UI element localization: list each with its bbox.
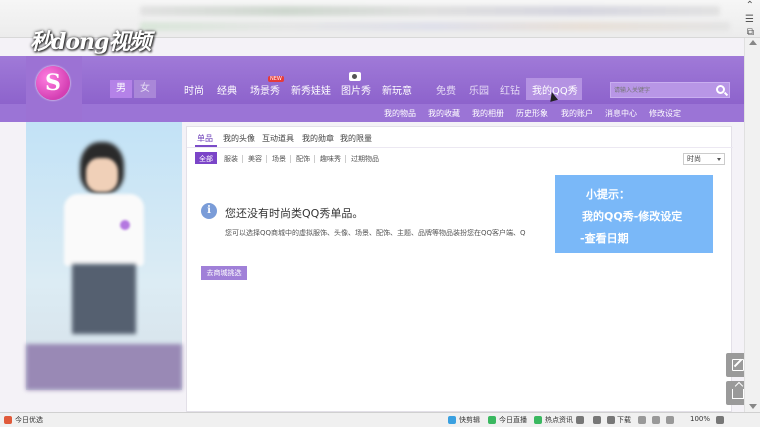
zoom-icon[interactable] (716, 416, 724, 424)
filter-expired[interactable]: 过期物品 (351, 154, 379, 164)
new-badge: NEW (268, 76, 284, 82)
gender-male-tab[interactable]: 男 (110, 80, 132, 98)
subnav-edit-settings[interactable]: 修改设定 (649, 108, 681, 119)
nav-new-dolls[interactable]: 新秀娃娃 (291, 82, 331, 97)
filter-clothing[interactable]: 服装 (224, 154, 238, 164)
hot-news-icon (534, 416, 542, 424)
live-icon (488, 416, 496, 424)
tab-divider (187, 147, 733, 148)
blurred-address-bar (140, 6, 720, 16)
speaker-icon[interactable] (593, 416, 601, 424)
filter-beauty[interactable]: 美容 (248, 154, 262, 164)
nav-fashion[interactable]: 时尚 (184, 82, 204, 97)
pencil-icon (732, 359, 744, 371)
page-scrollbar[interactable] (744, 38, 760, 412)
display-icon[interactable] (666, 416, 674, 424)
go-to-mall-button[interactable]: 去商城挑选 (201, 266, 247, 280)
chevron-down-icon (717, 158, 721, 161)
subnav-my-favorites[interactable]: 我的收藏 (428, 108, 460, 119)
layout-icon[interactable] (652, 416, 660, 424)
filter-scene[interactable]: 场景 (272, 154, 286, 164)
download-icon (607, 416, 615, 424)
character-avatar (26, 122, 182, 390)
scroll-down-icon[interactable] (749, 404, 757, 409)
gender-female-tab[interactable]: 女 (134, 80, 156, 98)
empty-state-description: 您可以选择QQ商城中的虚拟服饰、头像、场景、配饰、主题、品牌等物品装扮您在QQ客… (225, 229, 526, 237)
zoom-level[interactable]: 100% (690, 415, 710, 423)
collapse-icon[interactable]: ⌃ (746, 0, 754, 11)
subnav-my-album[interactable]: 我的相册 (472, 108, 504, 119)
restore-icon[interactable]: ⧉ (747, 27, 754, 38)
menu-icon[interactable]: ☰ (745, 14, 754, 25)
qqshow-logo[interactable]: S (26, 56, 82, 122)
nav-classic[interactable]: 经典 (217, 82, 237, 97)
nav-scene-show[interactable]: 场景秀 (250, 82, 280, 97)
empty-state-title: 您还没有时尚类QQ秀单品。 (225, 207, 364, 220)
tip-heading: 小提示： (586, 188, 630, 201)
browser-status-bar: 今日优选 快剪辑 今日直播 热点资讯 下载 100% (0, 412, 760, 427)
tab-my-avatar[interactable]: 我的头像 (223, 133, 255, 144)
my-items-panel: 单品 我的头像 互动道具 我的勋章 我的限量 全部 服装 美容 场景 配饰 趣味… (186, 126, 733, 412)
share-icon (732, 389, 744, 399)
tip-overlay: 小提示： 我的QQ秀-修改设定 -查看日期 (555, 175, 713, 253)
nav-red-diamond[interactable]: 红钻 (500, 82, 520, 97)
nav-park[interactable]: 乐园 (469, 82, 489, 97)
camera-icon (349, 72, 361, 81)
filter-all[interactable]: 全部 (199, 154, 213, 164)
subnav-my-items[interactable]: 我的物品 (384, 108, 416, 119)
subnav-message-center[interactable]: 消息中心 (605, 108, 637, 119)
info-icon: i (201, 203, 217, 219)
nav-picture-show[interactable]: 图片秀 (341, 82, 371, 97)
nav-free[interactable]: 免费 (436, 82, 456, 97)
quick-edit-icon (448, 416, 456, 424)
search-icon[interactable] (716, 85, 725, 94)
avatar-toolbar (26, 344, 182, 390)
filter-fun-show[interactable]: 趣味秀 (320, 154, 341, 164)
status-quick-edit[interactable]: 快剪辑 (459, 415, 480, 425)
tab-my-medals[interactable]: 我的勋章 (302, 133, 334, 144)
subnav-history[interactable]: 历史形象 (516, 108, 548, 119)
tab-my-limited[interactable]: 我的限量 (340, 133, 372, 144)
search-input[interactable] (614, 85, 709, 96)
daily-pick-icon (4, 416, 12, 424)
tab-interactive-props[interactable]: 互动道具 (262, 133, 294, 144)
tool-icon[interactable] (576, 416, 584, 424)
tab-single-items[interactable]: 单品 (197, 133, 213, 144)
tip-line-path: 我的QQ秀-修改设定 (582, 210, 683, 223)
tip-line-check-date: -查看日期 (580, 232, 629, 245)
search-box (610, 82, 730, 98)
subnav-my-account[interactable]: 我的账户 (561, 108, 593, 119)
status-live-today[interactable]: 今日直播 (499, 415, 527, 425)
daily-pick[interactable]: 今日优选 (15, 415, 43, 425)
nav-novelties[interactable]: 新玩意 (382, 82, 412, 97)
status-hot-news[interactable]: 热点资讯 (545, 415, 573, 425)
status-download[interactable]: 下载 (617, 415, 631, 425)
scroll-up-icon[interactable] (749, 40, 757, 45)
sort-select[interactable]: 时尚 (683, 153, 725, 165)
subnav-bar (0, 104, 760, 122)
window-icon[interactable] (638, 416, 646, 424)
filter-accessories[interactable]: 配饰 (296, 154, 310, 164)
blurred-bookmarks-bar (140, 22, 730, 31)
video-watermark: 秒dong视频 (30, 29, 151, 55)
logo-icon: S (36, 66, 70, 100)
sort-select-value: 时尚 (687, 155, 701, 163)
